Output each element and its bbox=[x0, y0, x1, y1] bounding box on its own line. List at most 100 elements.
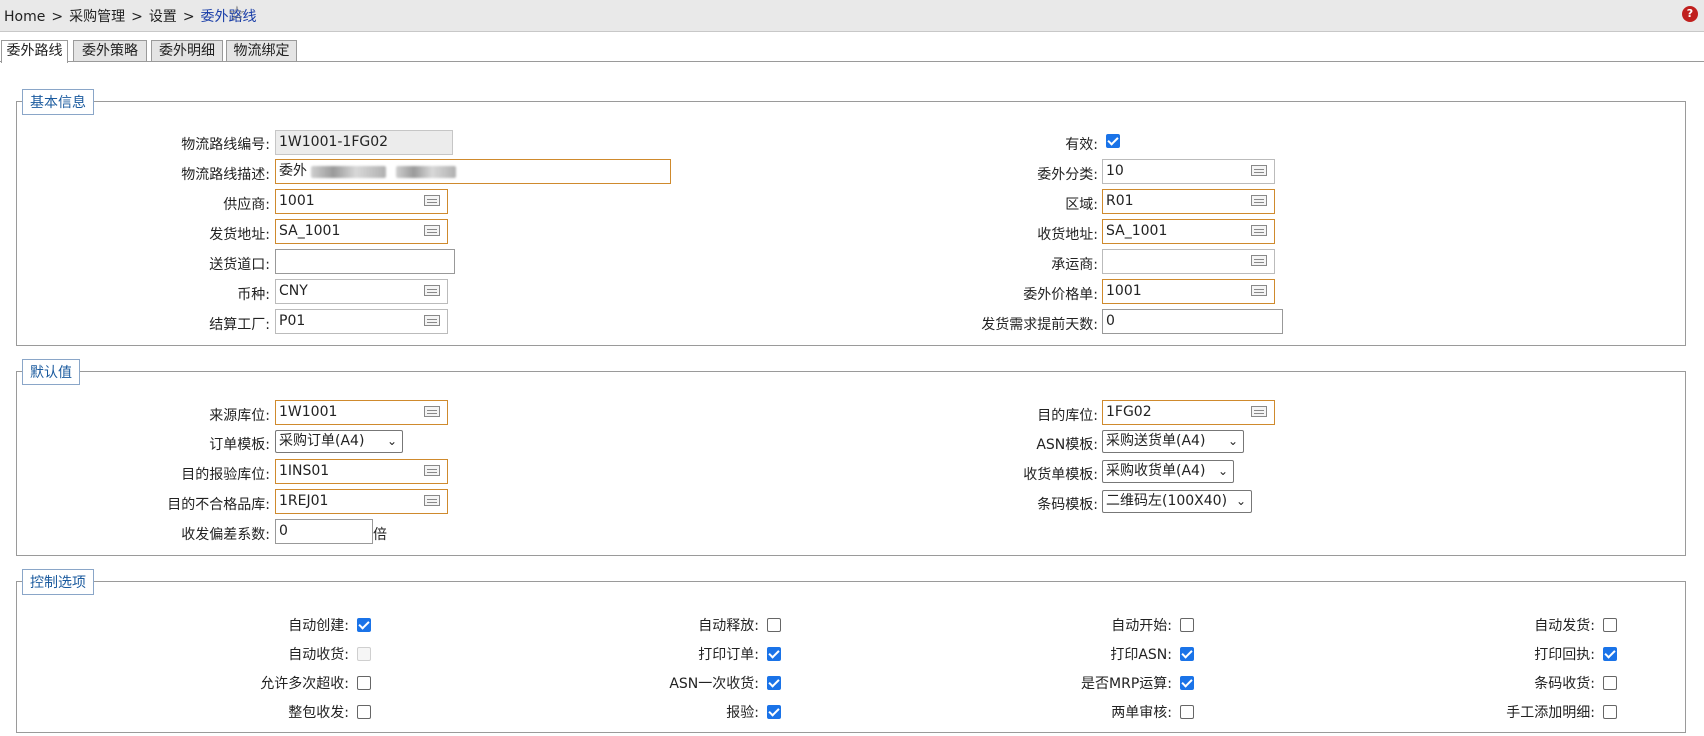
lead-days-field[interactable]: 0 bbox=[1102, 309, 1283, 334]
plant-value: P01 bbox=[279, 313, 306, 329]
lookup-icon[interactable] bbox=[424, 195, 440, 206]
control-option-checkbox[interactable] bbox=[357, 676, 371, 690]
deviation-label: 收发偏差系数: bbox=[181, 527, 270, 543]
lookup-icon[interactable] bbox=[1251, 195, 1267, 206]
asn-template-select[interactable]: 采购送货单(A4) ⌄ bbox=[1102, 430, 1244, 453]
breadcrumb-purchase[interactable]: 采购管理 bbox=[69, 6, 125, 26]
carrier-field[interactable] bbox=[1102, 249, 1275, 274]
lookup-icon[interactable] bbox=[1251, 285, 1267, 296]
lead-days-value: 0 bbox=[1106, 313, 1115, 329]
tab-divider bbox=[0, 61, 1704, 62]
barcode-template-select[interactable]: 二维码左(100X40) ⌄ bbox=[1102, 490, 1252, 513]
insp-loc-label: 目的报验库位: bbox=[181, 467, 270, 483]
favorite-star-icon[interactable]: ☆ bbox=[228, 3, 246, 23]
control-option-checkbox[interactable] bbox=[767, 618, 781, 632]
control-option-label: 自动发货: bbox=[1534, 618, 1595, 634]
tab-outsource-strategy[interactable]: 委外策略 bbox=[73, 40, 147, 61]
dest-loc-label: 目的库位: bbox=[1037, 408, 1098, 424]
src-loc-field[interactable]: 1W1001 bbox=[275, 400, 448, 425]
barcode-tpl-value: 二维码左(100X40) bbox=[1106, 493, 1228, 509]
barcode-tpl-label: 条码模板: bbox=[1037, 497, 1098, 513]
plant-label: 结算工厂: bbox=[209, 317, 270, 333]
rej-loc-value: 1REJ01 bbox=[279, 493, 329, 509]
lookup-icon[interactable] bbox=[424, 495, 440, 506]
valid-checkbox[interactable] bbox=[1106, 134, 1120, 148]
control-option-checkbox[interactable] bbox=[1180, 647, 1194, 661]
lookup-icon[interactable] bbox=[1251, 165, 1267, 176]
lookup-icon[interactable] bbox=[424, 285, 440, 296]
lookup-icon[interactable] bbox=[1251, 225, 1267, 236]
route-no-field: 1W1001-1FG02 bbox=[275, 130, 453, 155]
control-option-checkbox[interactable] bbox=[1180, 705, 1194, 719]
currency-label: 币种: bbox=[237, 287, 270, 303]
control-option-label: 允许多次超收: bbox=[260, 676, 349, 692]
ship-addr-field[interactable]: SA_1001 bbox=[275, 219, 448, 244]
category-label: 委外分类: bbox=[1037, 167, 1098, 183]
basic-info-legend: 基本信息 bbox=[22, 89, 94, 115]
rej-loc-field[interactable]: 1REJ01 bbox=[275, 489, 448, 514]
lookup-icon[interactable] bbox=[424, 406, 440, 417]
route-desc-field[interactable]: 委外 bbox=[275, 159, 671, 184]
route-no-value: 1W1001-1FG02 bbox=[279, 134, 389, 150]
tab-logistics-binding[interactable]: 物流绑定 bbox=[226, 40, 297, 61]
breadcrumb-settings[interactable]: 设置 bbox=[149, 6, 177, 26]
route-desc-label: 物流路线描述: bbox=[181, 167, 270, 183]
price-list-field[interactable]: 1001 bbox=[1102, 279, 1275, 304]
defaults-legend: 默认值 bbox=[22, 359, 80, 385]
currency-field[interactable]: CNY bbox=[275, 279, 448, 304]
control-option-checkbox bbox=[357, 647, 371, 661]
rej-loc-label: 目的不合格品库: bbox=[167, 497, 270, 513]
order-tpl-value: 采购订单(A4) bbox=[279, 433, 365, 449]
supplier-field[interactable]: 1001 bbox=[275, 189, 448, 214]
ship-addr-label: 发货地址: bbox=[209, 227, 270, 243]
recv-tpl-label: 收货单模板: bbox=[1023, 467, 1098, 483]
chevron-down-icon: ⌄ bbox=[1235, 494, 1246, 508]
lookup-icon[interactable] bbox=[424, 465, 440, 476]
breadcrumb-separator: > bbox=[131, 9, 143, 25]
carrier-label: 承运商: bbox=[1051, 257, 1098, 273]
control-option-checkbox[interactable] bbox=[1603, 618, 1617, 632]
control-option-checkbox[interactable] bbox=[1180, 676, 1194, 690]
control-option-label: 整包收发: bbox=[288, 705, 349, 721]
plant-field[interactable]: P01 bbox=[275, 309, 448, 334]
valid-label: 有效: bbox=[1065, 137, 1098, 153]
region-field[interactable]: R01 bbox=[1102, 189, 1275, 214]
breadcrumb-home[interactable]: Home bbox=[4, 9, 45, 25]
recv-addr-field[interactable]: SA_1001 bbox=[1102, 219, 1275, 244]
tab-outsource-detail[interactable]: 委外明细 bbox=[151, 40, 223, 61]
order-tpl-label: 订单模板: bbox=[209, 437, 270, 453]
control-option-checkbox[interactable] bbox=[357, 618, 371, 632]
control-option-checkbox[interactable] bbox=[1180, 618, 1194, 632]
lookup-icon[interactable] bbox=[424, 225, 440, 236]
insp-loc-field[interactable]: 1INS01 bbox=[275, 459, 448, 484]
region-value: R01 bbox=[1106, 193, 1134, 209]
receipt-template-select[interactable]: 采购收货单(A4) ⌄ bbox=[1102, 460, 1234, 483]
control-option-label: 自动释放: bbox=[698, 618, 759, 634]
help-icon[interactable]: ? bbox=[1682, 6, 1698, 22]
tab-outsource-route[interactable]: 委外路线 bbox=[1, 40, 68, 63]
deviation-field[interactable]: 0 bbox=[275, 519, 373, 544]
lookup-icon[interactable] bbox=[424, 315, 440, 326]
control-option-checkbox[interactable] bbox=[767, 676, 781, 690]
order-template-select[interactable]: 采购订单(A4) ⌄ bbox=[275, 430, 403, 453]
control-option-checkbox[interactable] bbox=[767, 705, 781, 719]
lead-days-label: 发货需求提前天数: bbox=[981, 317, 1098, 333]
control-option-label: 打印ASN: bbox=[1110, 647, 1172, 663]
control-option-label: 手工添加明细: bbox=[1506, 705, 1595, 721]
category-field[interactable]: 10 bbox=[1102, 159, 1275, 184]
dock-field[interactable] bbox=[275, 249, 455, 274]
control-option-label: 两单审核: bbox=[1111, 705, 1172, 721]
control-option-checkbox[interactable] bbox=[357, 705, 371, 719]
control-option-label: 打印订单: bbox=[698, 647, 759, 663]
recv-tpl-value: 采购收货单(A4) bbox=[1106, 463, 1206, 479]
lookup-icon[interactable] bbox=[1251, 406, 1267, 417]
control-option-checkbox[interactable] bbox=[1603, 647, 1617, 661]
src-loc-value: 1W1001 bbox=[279, 404, 338, 420]
control-option-checkbox[interactable] bbox=[1603, 676, 1617, 690]
dest-loc-field[interactable]: 1FG02 bbox=[1102, 400, 1275, 425]
control-option-checkbox[interactable] bbox=[1603, 705, 1617, 719]
lookup-icon[interactable] bbox=[1251, 255, 1267, 266]
control-option-label: 条码收货: bbox=[1534, 676, 1595, 692]
control-option-checkbox[interactable] bbox=[767, 647, 781, 661]
control-option-label: 自动收货: bbox=[288, 647, 349, 663]
